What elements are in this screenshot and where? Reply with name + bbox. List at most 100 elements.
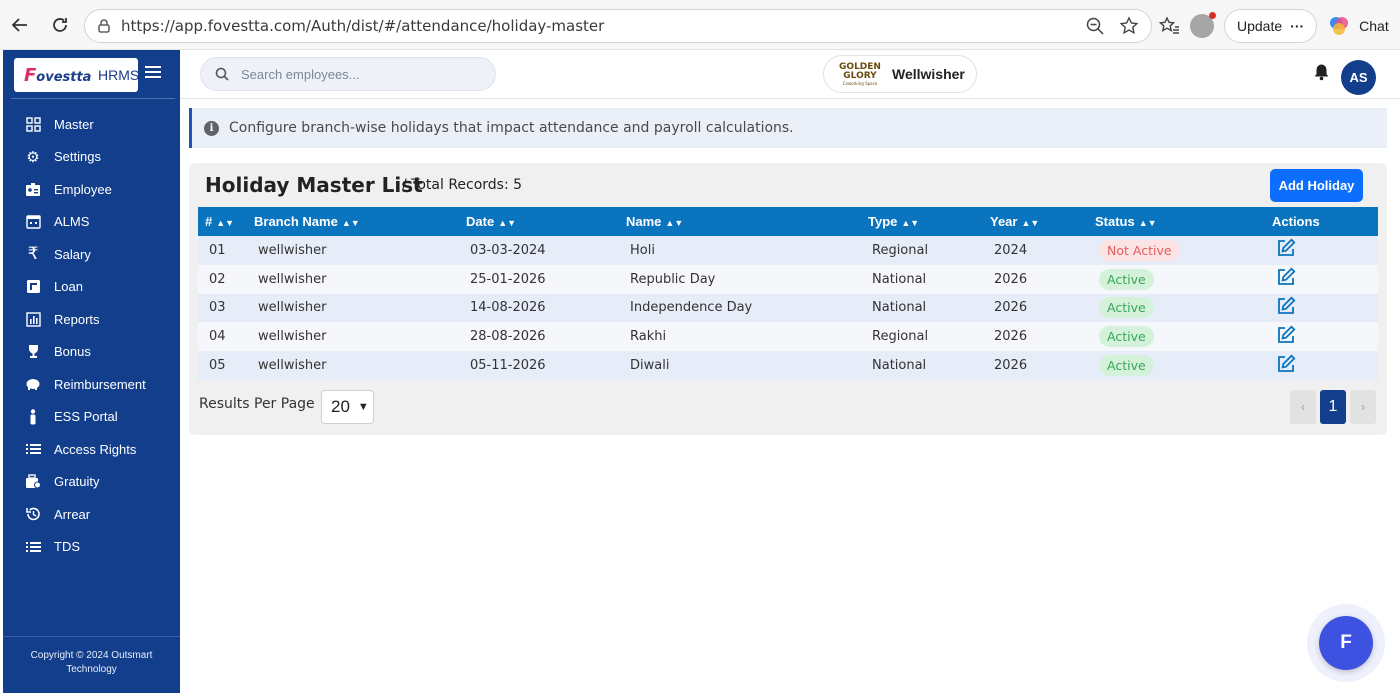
holiday-master-card: Holiday Master List / Total Records: 5 A… (189, 163, 1387, 435)
add-holiday-button[interactable]: Add Holiday (1270, 169, 1363, 202)
edit-icon[interactable] (1276, 296, 1296, 316)
floating-assistant-button[interactable]: F (1319, 616, 1373, 670)
sidebar-item-reports[interactable]: Reports (3, 303, 180, 336)
edit-icon[interactable] (1276, 354, 1296, 374)
cell-type: National (872, 358, 927, 374)
sidebar-item-bonus[interactable]: Bonus (3, 336, 180, 369)
info-banner: i Configure branch-wise holidays that im… (189, 108, 1387, 148)
cell-actions (1265, 236, 1378, 265)
column-header-year[interactable]: Year ▲▼ (983, 207, 1088, 236)
cell-date: 05-11-2026 (470, 358, 546, 374)
sidebar-item-settings[interactable]: ⚙ Settings (3, 141, 180, 174)
profile-icon[interactable] (1190, 12, 1216, 38)
cell-status: Active (1088, 351, 1265, 380)
sort-icon: ▲▼ (216, 218, 235, 228)
sidebar-item-employee[interactable]: Employee (3, 173, 180, 206)
sidebar-item-access-rights[interactable]: Access Rights (3, 433, 180, 466)
sidebar-item-label: Gratuity (54, 474, 100, 490)
cell-number: 01 (209, 242, 226, 258)
reload-icon[interactable] (46, 11, 74, 39)
sidebar-item-salary[interactable]: ₹ Salary (3, 238, 180, 271)
page-1-button[interactable]: 1 (1320, 390, 1346, 424)
zoom-out-icon[interactable] (1085, 16, 1105, 36)
sidebar-divider (11, 98, 175, 99)
sidebar-item-master[interactable]: Master (3, 108, 180, 141)
sidebar-item-label: Bonus (54, 344, 91, 360)
favorite-star-icon[interactable] (1119, 16, 1139, 36)
column-header-number[interactable]: # ▲▼ (198, 207, 247, 236)
sidebar: Fovestta HRMS Master ⚙ Settings Employee… (3, 50, 180, 693)
sidebar-item-loan[interactable]: Loan (3, 271, 180, 304)
sidebar-item-alms[interactable]: ALMS (3, 206, 180, 239)
sidebar-item-label: Settings (54, 149, 101, 165)
favorites-icon[interactable] (1158, 15, 1180, 37)
page-title: Holiday Master List (205, 173, 423, 197)
cell-name: Rakhi (630, 329, 667, 345)
total-records: / Total Records: 5 (402, 177, 523, 193)
organization-switcher[interactable]: GOLDEN GLORY Coworking Space Wellwisher (823, 55, 977, 93)
org-name: Wellwisher (892, 66, 965, 82)
cell-name: Holi (630, 242, 655, 258)
sidebar-item-reimbursement[interactable]: Reimbursement (3, 368, 180, 401)
column-header-date[interactable]: Date ▲▼ (459, 207, 619, 236)
calendar-icon (24, 213, 42, 231)
sidebar-item-arrear[interactable]: Arrear (3, 498, 180, 531)
table-row: 05 wellwisher 05-11-2026 Diwali National… (198, 351, 1378, 380)
edit-icon[interactable] (1276, 267, 1296, 287)
cell-type: National (872, 300, 927, 316)
copyright-text: Copyright © 2024 Outsmart Technology (30, 650, 153, 675)
table-row: 04 wellwisher 28-08-2026 Rakhi Regional … (198, 322, 1378, 352)
column-header-branch[interactable]: Branch Name ▲▼ (247, 207, 459, 236)
sidebar-item-label: TDS (54, 539, 80, 555)
cell-type: Regional (872, 329, 929, 345)
prev-page-button[interactable]: ‹ (1290, 390, 1316, 424)
column-label: Year (990, 214, 1018, 229)
cell-status: Active (1088, 294, 1265, 323)
cell-date: 28-08-2026 (470, 329, 546, 345)
back-arrow-icon[interactable] (6, 11, 34, 39)
column-header-type[interactable]: Type ▲▼ (861, 207, 983, 236)
table-row: 03 wellwisher 14-08-2026 Independence Da… (198, 293, 1378, 323)
url-text: https://app.fovestta.com/Auth/dist/#/att… (121, 17, 605, 35)
status-badge: Active (1099, 297, 1154, 319)
cell-date: 25-01-2026 (470, 271, 546, 287)
chevron-down-icon: ▼ (357, 401, 369, 413)
fovestta-logo: Fovestta (24, 64, 92, 86)
cell-branch: wellwisher (258, 271, 327, 287)
status-badge: Not Active (1099, 239, 1180, 261)
sort-icon: ▲▼ (341, 218, 360, 228)
address-bar[interactable]: https://app.fovestta.com/Auth/dist/#/att… (84, 9, 1152, 43)
cell-actions (1265, 294, 1378, 323)
edit-icon[interactable] (1276, 238, 1296, 258)
copilot-chat-button[interactable]: Chat (1327, 14, 1389, 38)
cell-year: 2026 (994, 329, 1028, 345)
browser-toolbar: https://app.fovestta.com/Auth/dist/#/att… (0, 0, 1400, 50)
sidebar-item-tds[interactable]: TDS (3, 531, 180, 564)
cell-year: 2026 (994, 271, 1028, 287)
chat-label: Chat (1359, 18, 1389, 34)
column-header-status[interactable]: Status ▲▼ (1088, 207, 1265, 236)
cell-date: 14-08-2026 (470, 300, 546, 316)
hamburger-menu-icon[interactable] (145, 66, 161, 78)
brand-logo[interactable]: Fovestta HRMS (14, 58, 139, 92)
cell-year: 2026 (994, 358, 1028, 374)
cell-number: 05 (209, 358, 226, 374)
next-page-button[interactable]: › (1350, 390, 1376, 424)
search-input[interactable] (241, 66, 461, 82)
table-header-row: # ▲▼ Branch Name ▲▼ Date ▲▼ Name ▲▼ Type ▲▼ Y… (198, 207, 1378, 236)
column-header-name[interactable]: Name ▲▼ (619, 207, 861, 236)
cell-branch: wellwisher (258, 358, 327, 374)
results-per-page-select[interactable]: 20 ▼ (321, 390, 374, 424)
sidebar-item-ess-portal[interactable]: ESS Portal (3, 401, 180, 434)
edit-icon[interactable] (1276, 325, 1296, 345)
chart-icon (24, 310, 42, 328)
rupee-icon: ₹ (27, 244, 39, 264)
employee-search[interactable] (200, 57, 496, 91)
notification-bell-icon[interactable] (1313, 63, 1330, 86)
user-avatar[interactable]: AS (1341, 60, 1376, 95)
update-button[interactable]: Update ··· (1224, 9, 1318, 43)
sidebar-item-label: Employee (54, 181, 112, 197)
sidebar-item-gratuity[interactable]: Gratuity (3, 466, 180, 499)
sidebar-menu: Master ⚙ Settings Employee ALMS ₹ Salary… (3, 108, 180, 563)
sidebar-item-label: Salary (54, 246, 91, 262)
